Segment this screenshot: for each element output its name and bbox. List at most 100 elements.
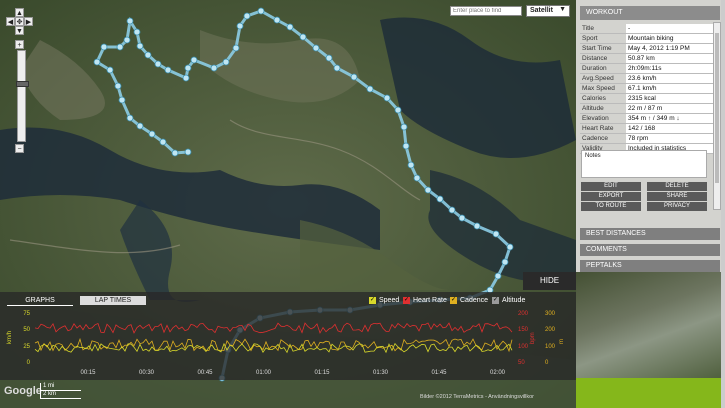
route-marker[interactable]: [325, 54, 333, 62]
route-marker[interactable]: [210, 64, 218, 72]
route-marker[interactable]: [159, 138, 167, 146]
export-button[interactable]: EXPORT: [581, 192, 641, 201]
route-marker[interactable]: [106, 66, 114, 74]
route-marker[interactable]: [184, 148, 192, 156]
time-tick: 00:30: [139, 370, 155, 376]
route-marker[interactable]: [100, 43, 108, 51]
comments-section[interactable]: COMMENTS: [580, 244, 720, 256]
pan-down-icon[interactable]: ▼: [15, 26, 24, 35]
map-area[interactable]: ▲ ◀ ✥ ▶ ▼ + − Satellit ▼ HIDE GRAPHS LAP…: [0, 0, 576, 408]
to-route-button[interactable]: TO ROUTE: [581, 202, 641, 211]
route-marker[interactable]: [154, 60, 162, 68]
time-tick: 01:45: [431, 370, 447, 376]
workout-header: WORKOUT: [580, 6, 720, 20]
route-marker[interactable]: [148, 130, 156, 138]
route-marker[interactable]: [182, 74, 190, 82]
workout-row-key: Sport: [580, 33, 626, 44]
route-marker[interactable]: [273, 16, 281, 24]
route-marker[interactable]: [394, 106, 402, 114]
pan-center-icon[interactable]: ✥: [15, 17, 24, 26]
pan-left-icon[interactable]: ◀: [6, 17, 15, 26]
route-marker[interactable]: [257, 7, 265, 15]
workout-row-value: 2315 kcal: [626, 93, 720, 104]
route-marker[interactable]: [184, 64, 192, 72]
notes-field[interactable]: Notes: [581, 150, 707, 178]
route-marker[interactable]: [383, 94, 391, 102]
route-marker[interactable]: [232, 44, 240, 52]
share-button[interactable]: SHARE: [647, 192, 707, 201]
workout-row: Duration 2h:09m:11s: [580, 63, 720, 74]
workout-row-value: 142 / 168: [626, 123, 720, 134]
zoom-slider-thumb[interactable]: [16, 81, 29, 87]
workout-details: Title - Sport Mountain biking Start Time May …: [580, 24, 720, 154]
green-banner: [576, 378, 721, 408]
route-marker[interactable]: [126, 114, 134, 122]
route-marker[interactable]: [243, 12, 251, 20]
route-marker[interactable]: [402, 142, 410, 150]
route-marker[interactable]: [133, 28, 141, 36]
route-marker[interactable]: [424, 186, 432, 194]
graph-panel: GRAPHS LAP TIMES ✓ Speed ✓ Heart Rate ✓ …: [0, 292, 576, 380]
route-marker[interactable]: [123, 36, 131, 44]
workout-row-key: Max Speed: [580, 83, 626, 94]
route-marker[interactable]: [350, 73, 358, 81]
route-marker[interactable]: [136, 122, 144, 130]
route-marker[interactable]: [400, 123, 408, 131]
page-scrollbar[interactable]: [721, 0, 725, 408]
peptalks-section[interactable]: PEPTALKS: [580, 260, 720, 272]
best-distances-section[interactable]: BEST DISTANCES: [580, 228, 720, 240]
route-marker[interactable]: [413, 174, 421, 182]
workout-row-value: 50.87 km: [626, 53, 720, 64]
pan-up-icon[interactable]: ▲: [15, 8, 24, 17]
scrollbar-thumb[interactable]: [715, 33, 719, 183]
graph-series-line: [34, 322, 513, 334]
route-marker[interactable]: [333, 64, 341, 72]
route-marker[interactable]: [144, 51, 152, 59]
route-marker[interactable]: [501, 258, 509, 266]
zoom-in-button[interactable]: +: [15, 40, 24, 49]
time-tick: 01:00: [256, 370, 272, 376]
workout-row-key: Heart Rate: [580, 123, 626, 134]
route-marker[interactable]: [299, 33, 307, 41]
route-marker[interactable]: [366, 85, 374, 93]
route-marker[interactable]: [494, 272, 502, 280]
time-tick: 00:45: [197, 370, 213, 376]
route-marker[interactable]: [407, 161, 415, 169]
route-marker[interactable]: [222, 58, 230, 66]
map-type-select[interactable]: Satellit ▼: [526, 5, 570, 17]
route-marker[interactable]: [118, 96, 126, 104]
panel-scrollbar[interactable]: [713, 22, 721, 210]
route-marker[interactable]: [492, 230, 500, 238]
route-marker[interactable]: [236, 22, 244, 30]
time-tick: 02:00: [490, 370, 506, 376]
route-marker[interactable]: [93, 58, 101, 66]
edit-button[interactable]: EDIT: [581, 182, 641, 191]
scale-mi: 1 mi: [40, 383, 81, 391]
route-marker[interactable]: [114, 82, 122, 90]
route-marker[interactable]: [286, 23, 294, 31]
route-marker[interactable]: [506, 243, 514, 251]
zoom-slider[interactable]: [16, 50, 29, 142]
privacy-button[interactable]: PRIVACY: [647, 202, 707, 211]
route-marker[interactable]: [190, 56, 198, 64]
workout-row-value: 2h:09m:11s: [626, 63, 720, 74]
workout-row: Title -: [580, 24, 720, 34]
hide-graph-button[interactable]: HIDE: [523, 272, 576, 290]
route-marker[interactable]: [126, 17, 134, 25]
route-marker[interactable]: [136, 42, 144, 50]
map-attribution[interactable]: Bilder ©2012 TerraMetrics - Användningsv…: [420, 394, 534, 400]
zoom-out-button[interactable]: −: [15, 144, 24, 153]
notes-label: Notes: [585, 153, 601, 159]
route-marker[interactable]: [458, 214, 466, 222]
route-marker[interactable]: [436, 195, 444, 203]
delete-button[interactable]: DELETE: [647, 182, 707, 191]
pan-right-icon[interactable]: ▶: [24, 17, 33, 26]
route-marker[interactable]: [448, 206, 456, 214]
route-marker[interactable]: [171, 149, 179, 157]
route-marker[interactable]: [473, 222, 481, 230]
workout-row-value: -: [626, 24, 720, 34]
place-search-input[interactable]: [450, 6, 522, 16]
route-marker[interactable]: [116, 43, 124, 51]
route-marker[interactable]: [312, 44, 320, 52]
route-marker[interactable]: [164, 66, 172, 74]
